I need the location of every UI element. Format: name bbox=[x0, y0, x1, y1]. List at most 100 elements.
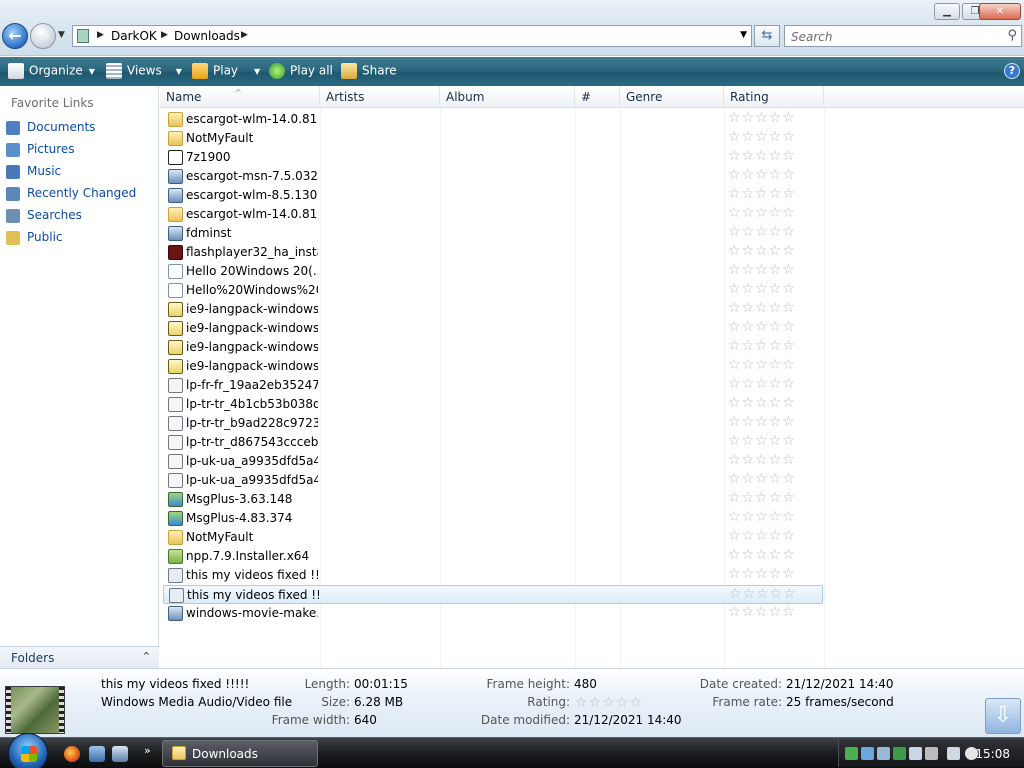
file-row[interactable]: Hello 20Windows 20(... ☆☆☆☆☆ bbox=[163, 262, 823, 281]
play-all-button[interactable]: Play all bbox=[269, 63, 333, 79]
column-header-number[interactable]: # bbox=[575, 86, 620, 108]
rating-stars[interactable]: ☆☆☆☆☆ bbox=[728, 490, 796, 506]
rating-stars[interactable]: ☆☆☆☆☆ bbox=[728, 414, 796, 430]
rating-stars[interactable]: ☆☆☆☆☆ bbox=[728, 148, 796, 164]
file-row[interactable]: escargot-wlm-14.0.811... ☆☆☆☆☆ bbox=[163, 110, 823, 129]
rating-stars[interactable]: ☆☆☆☆☆ bbox=[728, 224, 796, 240]
rating-stars[interactable]: ☆☆☆☆☆ bbox=[728, 300, 796, 316]
network-icon[interactable] bbox=[861, 747, 874, 760]
firefox-icon[interactable] bbox=[64, 746, 80, 762]
chevron-up-icon[interactable]: ⌃ bbox=[142, 650, 151, 663]
details-pane-toggle-icon[interactable]: ⇩ bbox=[985, 698, 1021, 734]
breadcrumb-separator-icon[interactable]: ▶ bbox=[97, 30, 104, 40]
breadcrumb-separator-icon[interactable]: ▶ bbox=[241, 30, 248, 40]
rating-stars[interactable]: ☆☆☆☆☆ bbox=[728, 281, 796, 297]
column-header-rating[interactable]: Rating bbox=[724, 86, 824, 108]
address-bar[interactable]: ▶ DarkOK ▶ Downloads ▶ ▼ bbox=[72, 25, 752, 47]
rating-stars[interactable]: ☆☆☆☆☆ bbox=[728, 452, 796, 468]
rating-stars[interactable]: ☆☆☆☆☆ bbox=[729, 586, 797, 602]
file-row[interactable]: escargot-wlm-8.5.1302... ☆☆☆☆☆ bbox=[163, 186, 823, 205]
file-row[interactable]: windows-movie-make... ☆☆☆☆☆ bbox=[163, 604, 823, 623]
rating-stars[interactable]: ☆☆☆☆☆ bbox=[728, 395, 796, 411]
help-icon[interactable]: ? bbox=[1004, 63, 1020, 79]
minimize-button[interactable]: ▁ bbox=[934, 3, 960, 20]
rating-stars[interactable]: ☆☆☆☆☆ bbox=[728, 604, 796, 620]
switch-windows-icon[interactable] bbox=[112, 746, 128, 762]
file-row[interactable]: lp-uk-ua_a9935dfd5a4... ☆☆☆☆☆ bbox=[163, 452, 823, 471]
views-button[interactable]: Views ▼ bbox=[106, 63, 182, 79]
file-row[interactable]: ie9-langpack-windows... ☆☆☆☆☆ bbox=[163, 338, 823, 357]
file-row[interactable]: flashplayer32_ha_install ☆☆☆☆☆ bbox=[163, 243, 823, 262]
file-row[interactable]: Hello%20Windows%20... ☆☆☆☆☆ bbox=[163, 281, 823, 300]
file-row[interactable]: MsgPlus-4.83.374 ☆☆☆☆☆ bbox=[163, 509, 823, 528]
column-header-name[interactable]: Name ^ bbox=[160, 86, 320, 108]
device-icon[interactable] bbox=[909, 747, 922, 760]
file-row[interactable]: NotMyFault ☆☆☆☆☆ bbox=[163, 528, 823, 547]
rating-stars[interactable]: ☆☆☆☆☆ bbox=[728, 205, 796, 221]
back-button[interactable]: ← bbox=[2, 23, 28, 49]
rating-stars[interactable]: ☆☆☆☆☆ bbox=[728, 167, 796, 183]
column-header-genre[interactable]: Genre bbox=[620, 86, 724, 108]
rating-stars[interactable]: ☆☆☆☆☆ bbox=[728, 110, 796, 126]
security-icon[interactable] bbox=[845, 747, 858, 760]
folders-toggle[interactable]: Folders ⌃ bbox=[0, 646, 159, 668]
file-row[interactable]: lp-tr-tr_d867543cccebc... ☆☆☆☆☆ bbox=[163, 433, 823, 452]
show-desktop-icon[interactable] bbox=[89, 746, 105, 762]
rating-stars[interactable]: ☆☆☆☆☆ bbox=[728, 528, 796, 544]
breadcrumb-separator-icon[interactable]: ▶ bbox=[161, 30, 168, 40]
file-row[interactable]: fdminst ☆☆☆☆☆ bbox=[163, 224, 823, 243]
file-row[interactable]: ie9-langpack-windows... ☆☆☆☆☆ bbox=[163, 357, 823, 376]
file-row[interactable]: MsgPlus-3.63.148 ☆☆☆☆☆ bbox=[163, 490, 823, 509]
taskbar-button-downloads[interactable]: Downloads bbox=[162, 740, 318, 767]
file-row[interactable]: lp-tr-tr_4b1cb53b038d... ☆☆☆☆☆ bbox=[163, 395, 823, 414]
breadcrumb-downloads[interactable]: Downloads bbox=[174, 29, 240, 43]
rating-stars[interactable]: ☆☆☆☆☆ bbox=[728, 566, 796, 582]
file-row[interactable]: lp-uk-ua_a9935dfd5a4... ☆☆☆☆☆ bbox=[163, 471, 823, 490]
file-row[interactable]: NotMyFault ☆☆☆☆☆ bbox=[163, 129, 823, 148]
play-button[interactable]: Play ▼ bbox=[192, 63, 260, 79]
rating-stars[interactable]: ☆☆☆☆☆ bbox=[728, 509, 796, 525]
file-row[interactable]: 7z1900 ☆☆☆☆☆ bbox=[163, 148, 823, 167]
file-row[interactable]: lp-tr-tr_b9ad228c9723... ☆☆☆☆☆ bbox=[163, 414, 823, 433]
file-row[interactable]: ie9-langpack-windows... ☆☆☆☆☆ bbox=[163, 319, 823, 338]
column-header-album[interactable]: Album bbox=[440, 86, 575, 108]
refresh-button[interactable]: ⇆ bbox=[754, 25, 780, 47]
file-row[interactable]: this my videos fixed !!!!! ☆☆☆☆☆ bbox=[163, 585, 823, 604]
file-row[interactable]: escargot-msn-7.5.0324... ☆☆☆☆☆ bbox=[163, 167, 823, 186]
rating-stars[interactable]: ☆☆☆☆☆ bbox=[728, 186, 796, 202]
rating-stars[interactable]: ☆☆☆☆☆ bbox=[728, 547, 796, 563]
file-row[interactable]: escargot-wlm-14.0.811... ☆☆☆☆☆ bbox=[163, 205, 823, 224]
rating-stars[interactable]: ☆☆☆☆☆ bbox=[575, 695, 643, 711]
forward-button[interactable]: → bbox=[30, 23, 56, 49]
rating-stars[interactable]: ☆☆☆☆☆ bbox=[728, 319, 796, 335]
close-button[interactable]: ✕ bbox=[979, 3, 1021, 20]
rating-stars[interactable]: ☆☆☆☆☆ bbox=[728, 262, 796, 278]
rating-stars[interactable]: ☆☆☆☆☆ bbox=[728, 338, 796, 354]
sidebar-item-searches[interactable]: Searches bbox=[6, 208, 82, 226]
sidebar-item-music[interactable]: Music bbox=[6, 164, 61, 182]
computer-icon[interactable] bbox=[877, 747, 890, 760]
rating-stars[interactable]: ☆☆☆☆☆ bbox=[728, 471, 796, 487]
rating-stars[interactable]: ☆☆☆☆☆ bbox=[728, 129, 796, 145]
file-row[interactable]: npp.7.9.Installer.x64 ☆☆☆☆☆ bbox=[163, 547, 823, 566]
sidebar-item-documents[interactable]: Documents bbox=[6, 120, 95, 138]
breadcrumb-darkok[interactable]: DarkOK bbox=[111, 29, 157, 43]
status-icon[interactable] bbox=[893, 747, 906, 760]
sidebar-item-recently-changed[interactable]: Recently Changed bbox=[6, 186, 136, 204]
sidebar-item-public[interactable]: Public bbox=[6, 230, 63, 248]
search-icon[interactable]: ⚲ bbox=[1007, 28, 1017, 43]
column-header-artists[interactable]: Artists bbox=[320, 86, 440, 108]
address-dropdown-icon[interactable]: ▼ bbox=[740, 30, 747, 40]
rating-stars[interactable]: ☆☆☆☆☆ bbox=[728, 376, 796, 392]
recent-pages-chevron-icon[interactable]: ▼ bbox=[58, 30, 65, 40]
quick-launch-more-icon[interactable]: » bbox=[144, 744, 151, 757]
sidebar-item-pictures[interactable]: Pictures bbox=[6, 142, 75, 160]
file-row[interactable]: lp-fr-fr_19aa2eb352474... ☆☆☆☆☆ bbox=[163, 376, 823, 395]
file-row[interactable]: ie9-langpack-windows... ☆☆☆☆☆ bbox=[163, 300, 823, 319]
rating-stars[interactable]: ☆☆☆☆☆ bbox=[728, 243, 796, 259]
rating-stars[interactable]: ☆☆☆☆☆ bbox=[728, 357, 796, 373]
display-icon[interactable] bbox=[925, 747, 938, 760]
rating-stars[interactable]: ☆☆☆☆☆ bbox=[728, 433, 796, 449]
network-status-icon[interactable] bbox=[947, 747, 960, 760]
share-button[interactable]: Share bbox=[341, 63, 397, 79]
